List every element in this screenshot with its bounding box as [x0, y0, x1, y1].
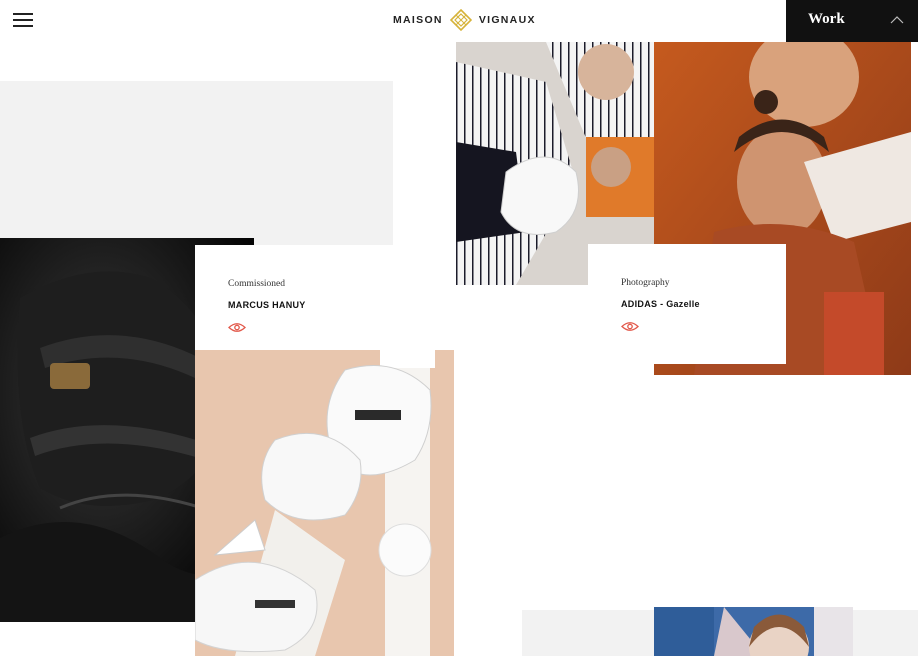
eye-icon[interactable] [621, 321, 639, 332]
blue-portrait-image [654, 607, 853, 656]
diamond-logo-icon [449, 9, 472, 31]
eye-icon[interactable] [228, 322, 246, 333]
photo-blue-portrait[interactable] [654, 607, 853, 656]
menu-button[interactable] [13, 13, 33, 27]
project-title: ADIDAS - Gazelle [621, 299, 700, 309]
brand-right: VIGNAUX [478, 14, 536, 26]
chevron-up-icon [890, 16, 904, 24]
brand-left: MAISON [393, 14, 443, 26]
project-card-adidas-gazelle[interactable]: Photography ADIDAS - Gazelle [588, 244, 786, 364]
hamburger-icon [13, 13, 33, 15]
project-category: Photography [621, 278, 670, 288]
white-sneakers-image [195, 350, 454, 656]
hamburger-icon-line [13, 19, 33, 21]
project-title: MARCUS HANUY [228, 300, 306, 310]
photo-white-sneakers-columns[interactable] [195, 350, 454, 656]
project-card-marcus-hanuy[interactable]: Commissioned MARCUS HANUY [195, 245, 393, 365]
work-label: Work [808, 11, 845, 27]
hamburger-icon-line [13, 25, 33, 27]
work-dropdown[interactable]: Work [786, 0, 918, 42]
site-logo[interactable]: MAISON VIGNAUX [393, 9, 536, 31]
placeholder-tile [0, 81, 393, 246]
project-category: Commissioned [228, 279, 286, 289]
